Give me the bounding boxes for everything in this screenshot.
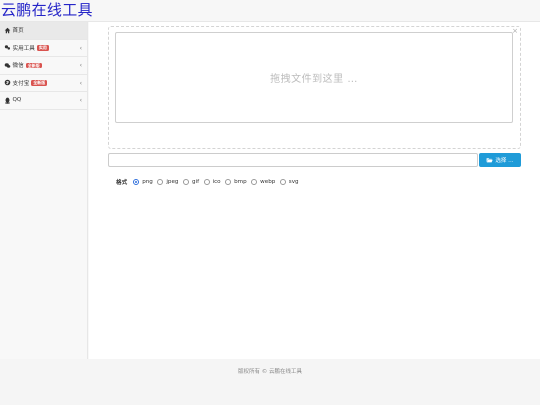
chevron-left-icon: ‹ bbox=[79, 44, 82, 52]
main-content: × 拖拽文件到这里 … 选择 … 格式 png jpeg gif ico bmp… bbox=[89, 22, 540, 359]
sidebar-item-tools[interactable]: 实用工具 实用 ‹ bbox=[0, 40, 87, 57]
sidebar-item-label: 首页 bbox=[12, 28, 24, 35]
format-option-gif[interactable]: gif bbox=[182, 179, 200, 185]
format-option-label: webp bbox=[260, 179, 276, 185]
sidebar-item-qq[interactable]: QQ ‹ bbox=[0, 92, 87, 110]
qq-icon bbox=[4, 97, 11, 104]
alipay-icon bbox=[4, 79, 11, 86]
radio-button[interactable] bbox=[133, 179, 140, 185]
sidebar-item-label: 支付宝 bbox=[12, 80, 30, 87]
wechat-icon bbox=[4, 62, 11, 69]
chevron-left-icon: ‹ bbox=[79, 62, 82, 69]
radio-button[interactable] bbox=[182, 179, 189, 185]
radio-button[interactable] bbox=[157, 179, 164, 185]
format-option-bmp[interactable]: bmp bbox=[225, 179, 247, 185]
format-option-label: jpeg bbox=[166, 179, 179, 185]
format-option-label: svg bbox=[288, 179, 299, 185]
file-dropzone[interactable]: × 拖拽文件到这里 … bbox=[108, 26, 521, 149]
radio-button[interactable] bbox=[225, 179, 232, 185]
status-badge: 全新版 bbox=[25, 62, 42, 68]
sidebar-item-wechat[interactable]: 微信 全新版 ‹ bbox=[0, 57, 87, 75]
sidebar-item-label: 微信 bbox=[12, 63, 24, 70]
radio-button[interactable] bbox=[203, 179, 210, 185]
format-selector: 格式 png jpeg gif ico bmp webp svg bbox=[116, 177, 303, 187]
format-option-ico[interactable]: ico bbox=[203, 179, 221, 185]
drop-hint: 拖拽文件到这里 … bbox=[270, 74, 358, 85]
footer: 版权所有 © 云鹏在线工具 bbox=[0, 359, 540, 405]
radio-button[interactable] bbox=[251, 179, 258, 185]
browse-label: 选择 … bbox=[495, 158, 514, 164]
wrench-icon bbox=[4, 44, 11, 51]
status-badge: 全新版 bbox=[31, 80, 48, 86]
drop-area[interactable]: 拖拽文件到这里 … bbox=[115, 32, 513, 123]
close-icon[interactable]: × bbox=[512, 27, 518, 35]
sidebar-item-home[interactable]: 首页 bbox=[0, 22, 87, 40]
radio-button[interactable] bbox=[279, 179, 286, 185]
format-option-label: bmp bbox=[234, 179, 247, 185]
browse-button[interactable]: 选择 … bbox=[479, 153, 521, 167]
folder-open-icon bbox=[486, 158, 494, 163]
format-option-label: gif bbox=[191, 179, 200, 185]
chevron-left-icon: ‹ bbox=[79, 97, 82, 104]
chevron-left-icon: ‹ bbox=[79, 79, 82, 87]
sidebar-item-label: QQ bbox=[12, 97, 22, 104]
sidebar-item-alipay[interactable]: 支付宝 全新版 ‹ bbox=[0, 75, 87, 92]
format-option-png[interactable]: png bbox=[133, 179, 153, 185]
top-navbar: 云鹏在线工具 bbox=[0, 0, 540, 22]
sidebar: 首页 实用工具 实用 ‹ 微信 全新版 ‹ 支付宝 全新版 ‹ QQ ‹ bbox=[0, 22, 88, 359]
format-option-svg[interactable]: svg bbox=[279, 179, 299, 185]
copyright-text: 版权所有 © 云鹏在线工具 bbox=[238, 369, 302, 375]
format-option-jpeg[interactable]: jpeg bbox=[157, 179, 178, 185]
format-label: 格式 bbox=[116, 180, 128, 186]
status-badge: 实用 bbox=[36, 45, 49, 51]
format-option-webp[interactable]: webp bbox=[251, 179, 275, 185]
site-brand[interactable]: 云鹏在线工具 bbox=[1, 1, 93, 19]
file-caption-input[interactable] bbox=[108, 153, 478, 167]
sidebar-item-label: 实用工具 bbox=[12, 45, 35, 52]
format-option-label: ico bbox=[212, 179, 221, 185]
home-icon bbox=[4, 27, 11, 34]
format-option-label: png bbox=[142, 179, 153, 185]
